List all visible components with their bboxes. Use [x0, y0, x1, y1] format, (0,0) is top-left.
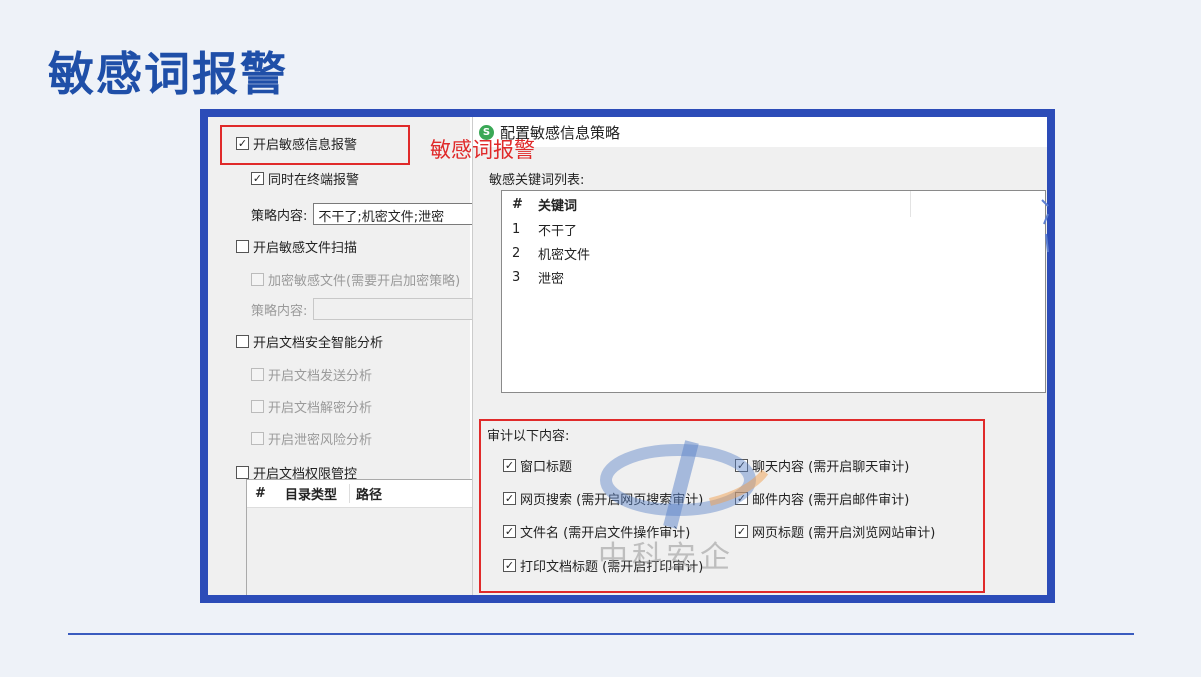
column-header-dir-type[interactable]: 目录类型: [285, 484, 349, 503]
keyword-list-label: 敏感关键词列表:: [489, 173, 585, 188]
list-item[interactable]: 3 泄密: [502, 265, 1045, 289]
alert-on-terminal-checkbox[interactable]: ✓ 同时在终端报警: [251, 169, 359, 188]
policy-content-label: 策略内容:: [251, 208, 308, 224]
checkbox-label: 同时在终端报警: [268, 173, 360, 188]
policy-content-row-2: 策略内容:: [251, 298, 474, 320]
column-header-keyword[interactable]: 关键词: [538, 195, 903, 214]
policy-content-input-2[interactable]: [313, 298, 474, 320]
policy-content-label: 策略内容:: [251, 303, 308, 319]
list-item[interactable]: 1 不干了: [502, 217, 1045, 241]
screenshot-frame: ✓ 开启敏感信息报警 ✓ 同时在终端报警 策略内容: 不干了;机密文件;泄密 开…: [200, 109, 1055, 603]
checkbox-unchecked-icon: [251, 432, 264, 445]
checkbox-label: 加密敏感文件(需要开启加密策略): [268, 274, 461, 289]
checkbox-label: 开启敏感文件扫描: [253, 241, 358, 256]
checkbox-label: 开启文档发送分析: [268, 369, 373, 384]
keyword-text: 机密文件: [538, 247, 591, 263]
slide-title: 敏感词报警: [48, 47, 288, 101]
keyword-num: 1: [512, 221, 521, 237]
checkbox-label: 开启文档安全智能分析: [253, 336, 384, 351]
directory-table[interactable]: # 目录类型 路径: [246, 479, 476, 595]
doc-send-analysis-checkbox[interactable]: 开启文档发送分析: [251, 365, 372, 384]
enable-file-scan-checkbox[interactable]: 开启敏感文件扫描: [236, 237, 357, 256]
bottom-divider: [68, 633, 1134, 635]
doc-decrypt-analysis-checkbox[interactable]: 开启文档解密分析: [251, 397, 372, 416]
watermark-text: 中科安企: [598, 540, 734, 575]
checkbox-unchecked-icon: [236, 240, 249, 253]
leak-risk-analysis-checkbox[interactable]: 开启泄密风险分析: [251, 429, 372, 448]
enable-doc-analysis-checkbox[interactable]: 开启文档安全智能分析: [236, 332, 383, 351]
highlight-box-alert: [220, 125, 410, 165]
keyword-list[interactable]: # 关键词 1 不干了 2 机密文件 3 泄密: [501, 190, 1046, 393]
column-header-num[interactable]: #: [247, 486, 285, 501]
keyword-list-header: # 关键词: [502, 191, 1045, 217]
checkbox-unchecked-icon: [251, 400, 264, 413]
edge-fragment-icon: [1041, 199, 1049, 253]
dialog-title-bar: S 配置敏感信息策略: [473, 117, 1047, 147]
keyword-num: 2: [512, 245, 521, 261]
keyword-num: 3: [512, 269, 521, 285]
column-separator: [910, 191, 911, 217]
screenshot-content: ✓ 开启敏感信息报警 ✓ 同时在终端报警 策略内容: 不干了;机密文件;泄密 开…: [208, 117, 1047, 595]
checkbox-unchecked-icon: [251, 368, 264, 381]
directory-table-header: # 目录类型 路径: [247, 480, 475, 508]
checkbox-unchecked-icon: [236, 466, 249, 479]
checkbox-label: 开启文档解密分析: [268, 401, 373, 416]
encrypt-sensitive-checkbox[interactable]: 加密敏感文件(需要开启加密策略): [251, 270, 460, 289]
checkbox-checked-icon: ✓: [251, 172, 264, 185]
checkbox-label: 开启泄密风险分析: [268, 433, 373, 448]
column-header-num[interactable]: #: [502, 197, 538, 212]
annotation-label: 敏感词报警: [430, 138, 535, 162]
column-header-path[interactable]: 路径: [349, 484, 382, 503]
policy-content-row: 策略内容: 不干了;机密文件;泄密: [251, 203, 474, 225]
list-item[interactable]: 2 机密文件: [502, 241, 1045, 265]
keyword-text: 泄密: [538, 271, 565, 287]
keyword-text: 不干了: [538, 223, 578, 239]
checkbox-unchecked-icon: [251, 273, 264, 286]
checkbox-unchecked-icon: [236, 335, 249, 348]
policy-content-input[interactable]: 不干了;机密文件;泄密: [313, 203, 474, 225]
